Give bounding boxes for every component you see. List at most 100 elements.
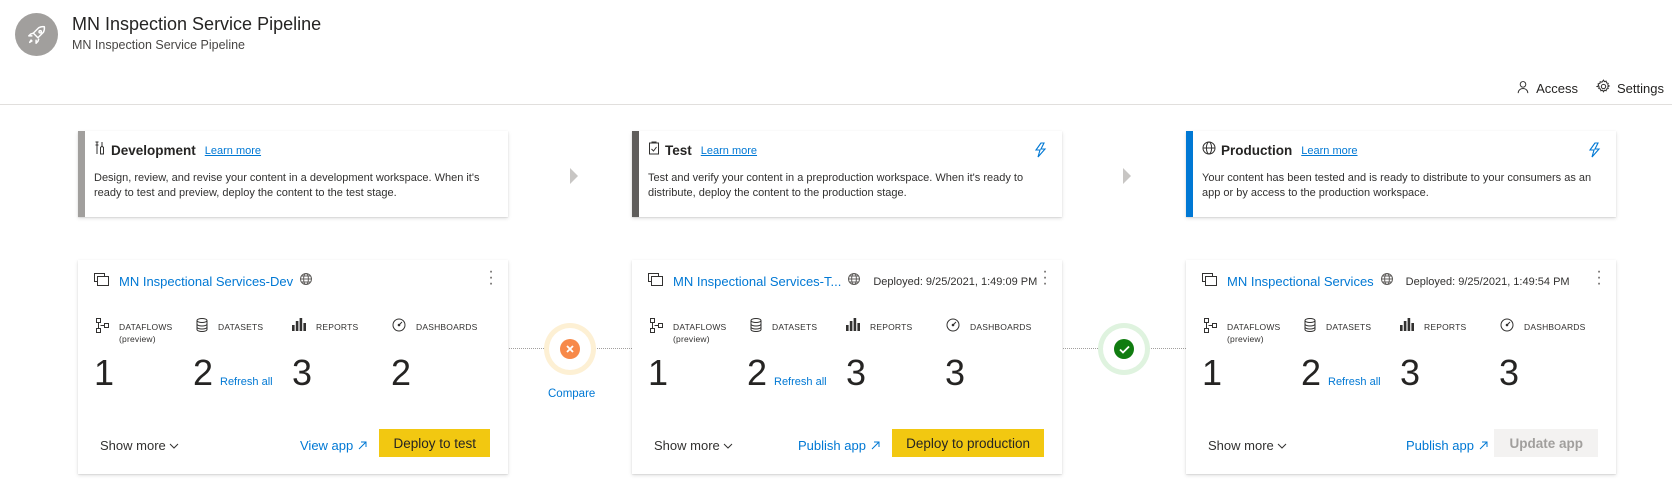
metric-datasets: DATASETS: [196, 318, 296, 337]
stage-card-production: Production Learn more Your content has b…: [1186, 131, 1616, 217]
bar-chart-icon: [292, 318, 306, 336]
update-app-button[interactable]: Update app: [1494, 429, 1598, 457]
metric-label: REPORTS: [316, 322, 359, 332]
checkmark-icon: [1114, 339, 1134, 359]
stage-accent: [1186, 131, 1193, 217]
compare-link[interactable]: Compare: [548, 388, 595, 400]
view-app-link[interactable]: View app: [300, 438, 367, 453]
dashboards-count: 2: [391, 352, 412, 393]
stage-card-test: Test Learn more Test and verify your con…: [632, 131, 1062, 217]
deploy-to-production-button[interactable]: Deploy to production: [892, 429, 1044, 457]
settings-label: Settings: [1617, 80, 1664, 96]
datasets-count: 2: [193, 352, 214, 393]
deployment-rules-icon[interactable]: [1588, 142, 1602, 163]
header-actions: Access Settings: [1516, 79, 1664, 97]
show-more-button[interactable]: Show more: [1208, 438, 1287, 453]
chevron-down-icon: [723, 438, 733, 453]
show-more-label: Show more: [654, 438, 720, 453]
more-options-icon[interactable]: · · ·: [1040, 264, 1050, 292]
show-more-label: Show more: [100, 438, 166, 453]
refresh-all-link[interactable]: Refresh all: [1328, 376, 1381, 388]
metric-dataflows: DATAFLOWS (preview): [96, 318, 196, 345]
metric-dataflows: DATAFLOWS (preview): [650, 318, 750, 345]
refresh-all-link[interactable]: Refresh all: [774, 376, 827, 388]
page-subtitle: MN Inspection Service Pipeline: [72, 38, 245, 52]
dashboards-count: 3: [945, 352, 966, 393]
workspace-card-development: MN Inspectional Services-Dev · · · DATAFLO…: [78, 260, 508, 474]
reports-count: 3: [1400, 352, 1421, 393]
clipboard-icon: [648, 141, 660, 160]
reports-count: 3: [846, 352, 867, 393]
more-options-icon[interactable]: · · ·: [486, 264, 496, 292]
database-icon: [750, 318, 762, 337]
stage-header: Production Learn more: [1202, 141, 1358, 160]
metric-label: DASHBOARDS: [1524, 322, 1586, 332]
refresh-all-link[interactable]: Refresh all: [220, 376, 273, 388]
deployment-rules-icon[interactable]: [1034, 142, 1048, 163]
deployed-timestamp: Deployed: 9/25/2021, 1:49:54 PM: [1405, 275, 1570, 288]
workspace-name-link[interactable]: MN Inspectional Services-Dev: [119, 274, 293, 289]
metric-label: DATASETS: [218, 322, 264, 332]
show-more-button[interactable]: Show more: [100, 438, 179, 453]
workspace-icon: [94, 272, 109, 291]
stage-accent: [632, 131, 639, 217]
access-label: Access: [1536, 80, 1579, 96]
database-icon: [196, 318, 208, 337]
metric-label: REPORTS: [870, 322, 913, 332]
workspace-icon: [1202, 272, 1217, 291]
metric-label: DATASETS: [1326, 322, 1372, 332]
stage-accent: [78, 131, 85, 217]
metric-reports: REPORTS: [1400, 318, 1500, 336]
metric-dashboards: DASHBOARDS: [946, 318, 1046, 337]
datasets-count: 2: [747, 352, 768, 393]
premium-globe-icon: [1380, 272, 1394, 291]
learn-more-link[interactable]: Learn more: [205, 145, 261, 157]
metric-datasets: DATASETS: [1304, 318, 1404, 337]
access-button[interactable]: Access: [1516, 80, 1578, 97]
gauge-icon: [946, 318, 960, 337]
publish-app-link[interactable]: Publish app: [798, 438, 880, 453]
workspace-header: MN Inspectional Services-T... Deployed: …: [648, 272, 1052, 291]
premium-globe-icon: [299, 272, 313, 291]
workspace-header: MN Inspectional Services-Dev: [94, 272, 498, 291]
page-header: MN Inspection Service Pipeline MN Inspec…: [0, 0, 1672, 105]
app-link-label: View app: [300, 438, 354, 453]
stage-name: Development: [111, 143, 196, 158]
reports-count: 3: [292, 352, 313, 393]
stage-arrow: [570, 168, 578, 184]
dataflows-count: 1: [1202, 352, 1223, 393]
settings-button[interactable]: Settings: [1595, 79, 1664, 97]
app-link-label: Publish app: [1406, 438, 1474, 453]
rocket-icon: [15, 13, 58, 56]
dataflow-icon: [650, 318, 663, 338]
metric-sublabel: (preview): [1227, 334, 1264, 344]
dataflows-count: 1: [94, 352, 115, 393]
learn-more-link[interactable]: Learn more: [1301, 145, 1357, 157]
metric-label: REPORTS: [1424, 322, 1467, 332]
workspace-name-link[interactable]: MN Inspectional Services: [1227, 274, 1374, 289]
workspace-icon: [648, 272, 663, 291]
workspace-header: MN Inspectional Services Deployed: 9/25/…: [1202, 272, 1606, 291]
workspace-name-link[interactable]: MN Inspectional Services-T...: [673, 274, 841, 289]
globe-icon: [1202, 141, 1216, 160]
bar-chart-icon: [1400, 318, 1414, 336]
metric-label: DATAFLOWS: [119, 322, 173, 332]
different-status-icon: [560, 339, 580, 359]
deploy-to-test-button[interactable]: Deploy to test: [379, 429, 490, 457]
metric-label: DASHBOARDS: [970, 322, 1032, 332]
metric-label: DATASETS: [772, 322, 818, 332]
metric-dashboards: DASHBOARDS: [392, 318, 492, 337]
chevron-down-icon: [1277, 438, 1287, 453]
more-options-icon[interactable]: · · ·: [1594, 264, 1604, 292]
publish-app-link[interactable]: Publish app: [1406, 438, 1488, 453]
gauge-icon: [392, 318, 406, 337]
metric-label: DATAFLOWS: [1227, 322, 1281, 332]
learn-more-link[interactable]: Learn more: [701, 145, 757, 157]
dataflows-count: 1: [648, 352, 669, 393]
deployed-timestamp: Deployed: 9/25/2021, 1:49:09 PM: [873, 275, 1038, 288]
stage-header: Development Learn more: [94, 141, 261, 160]
external-link-icon: [1479, 438, 1488, 453]
show-more-button[interactable]: Show more: [654, 438, 733, 453]
external-link-icon: [358, 438, 367, 453]
metric-dataflows: DATAFLOWS (preview): [1204, 318, 1304, 345]
